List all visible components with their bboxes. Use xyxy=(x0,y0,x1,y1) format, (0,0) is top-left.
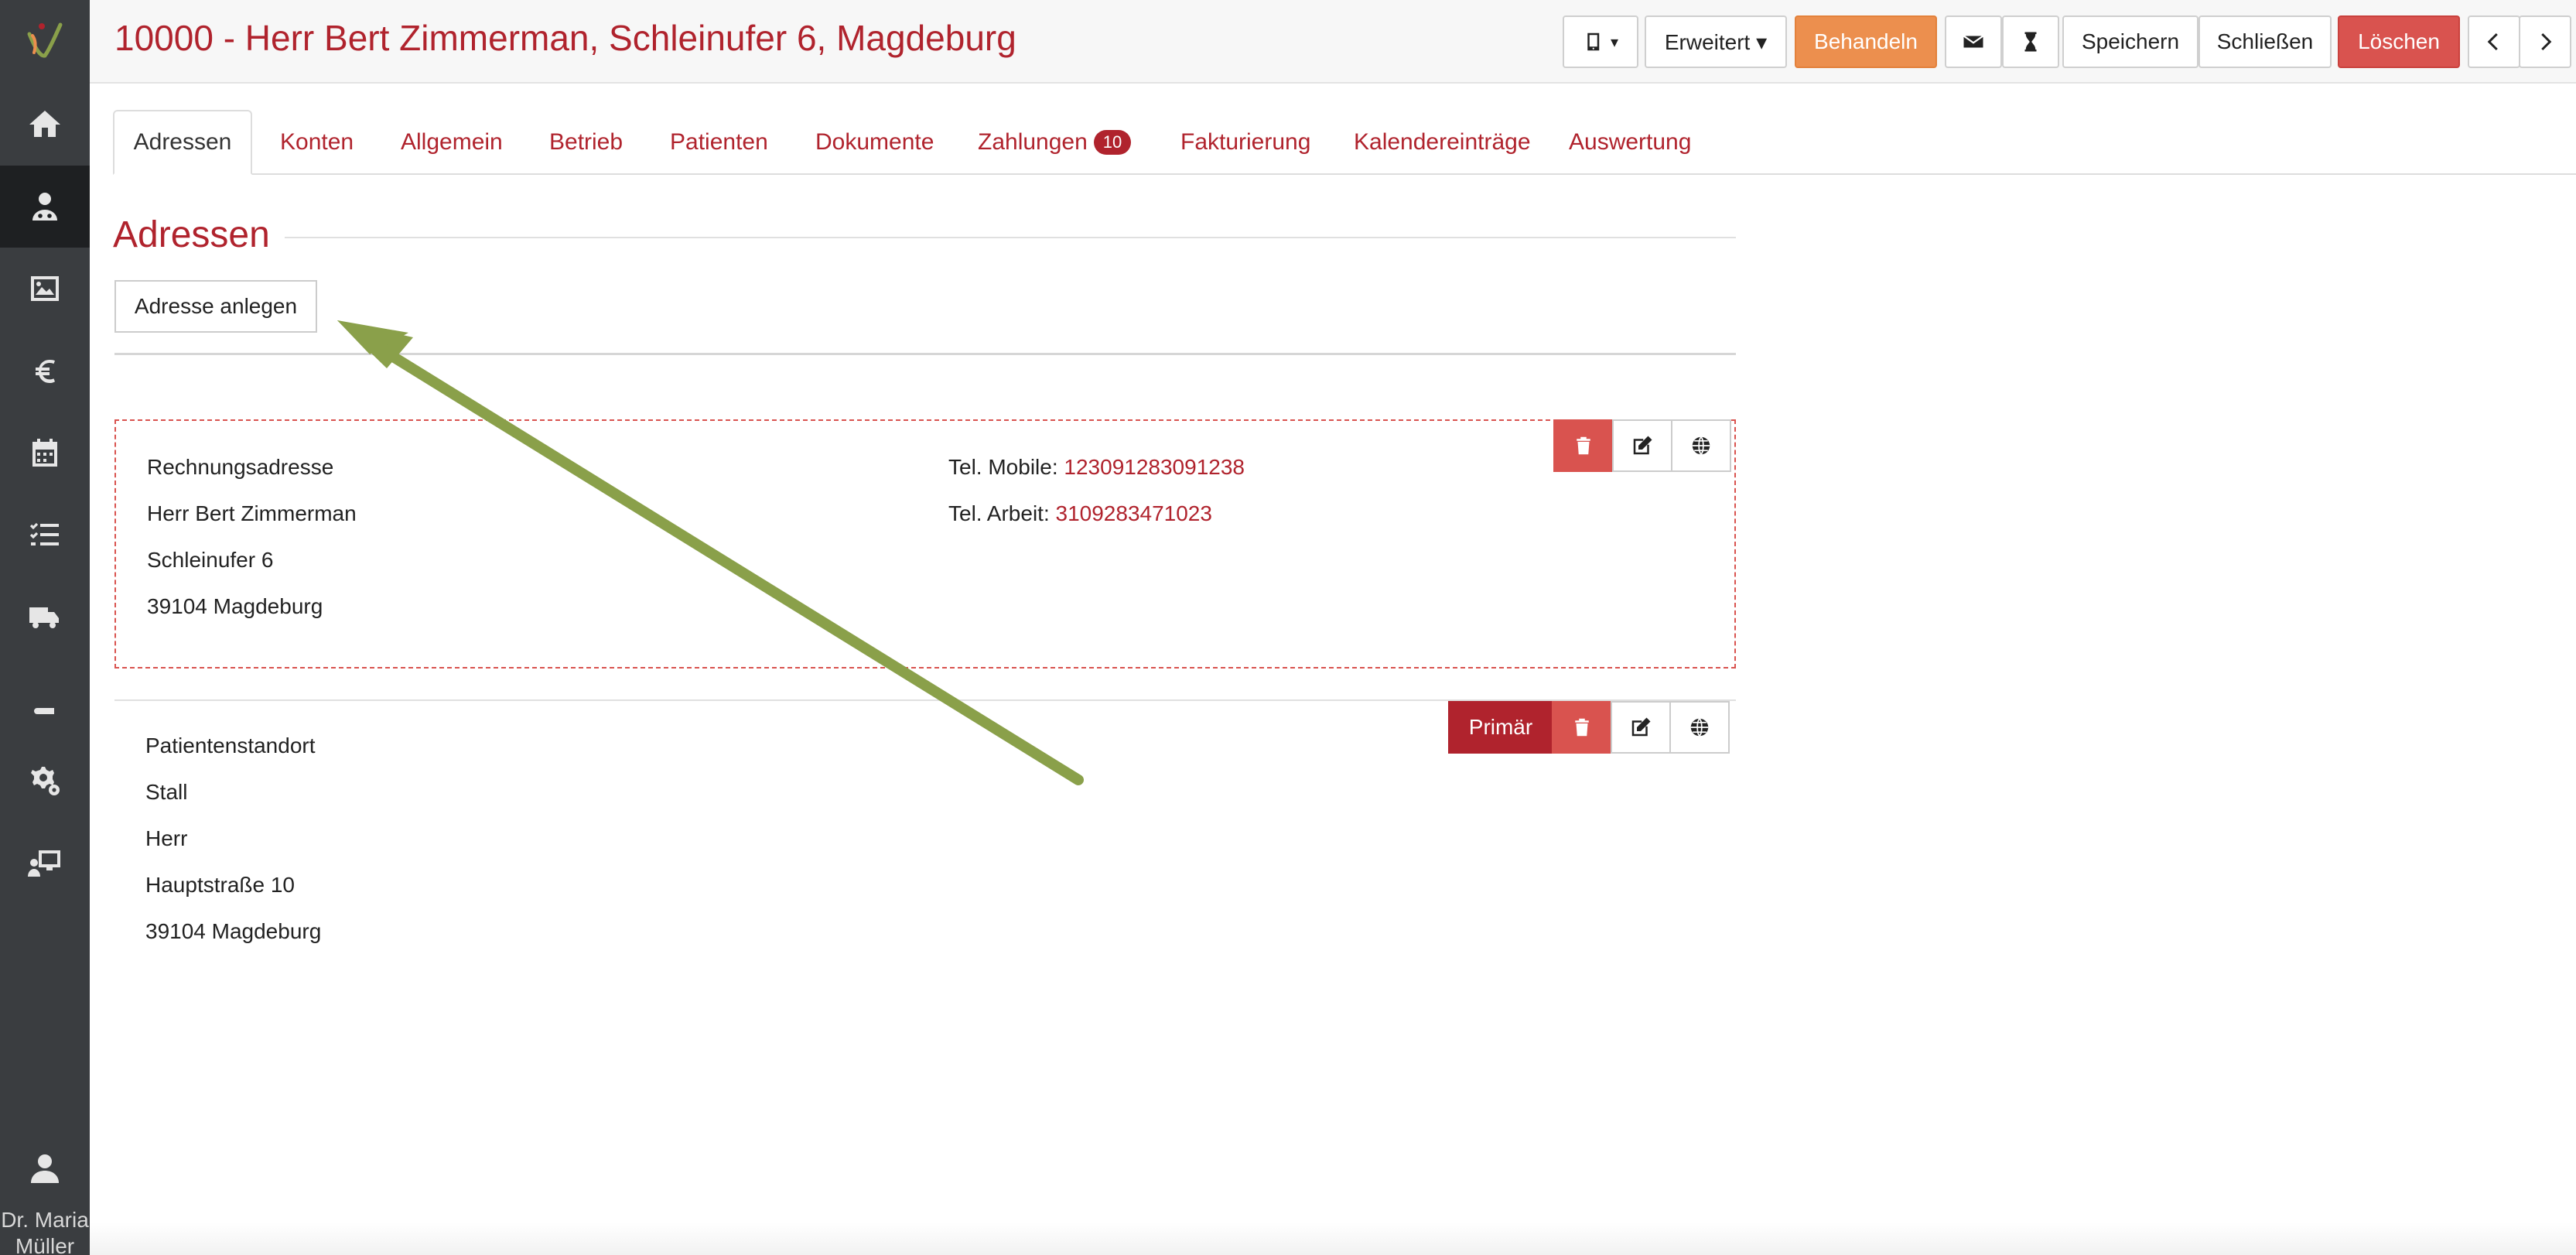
app-root: Dr. Maria Müller 10000 - Herr Bert Zimme… xyxy=(0,0,2576,1255)
annotation-arrow-icon xyxy=(337,320,1084,785)
